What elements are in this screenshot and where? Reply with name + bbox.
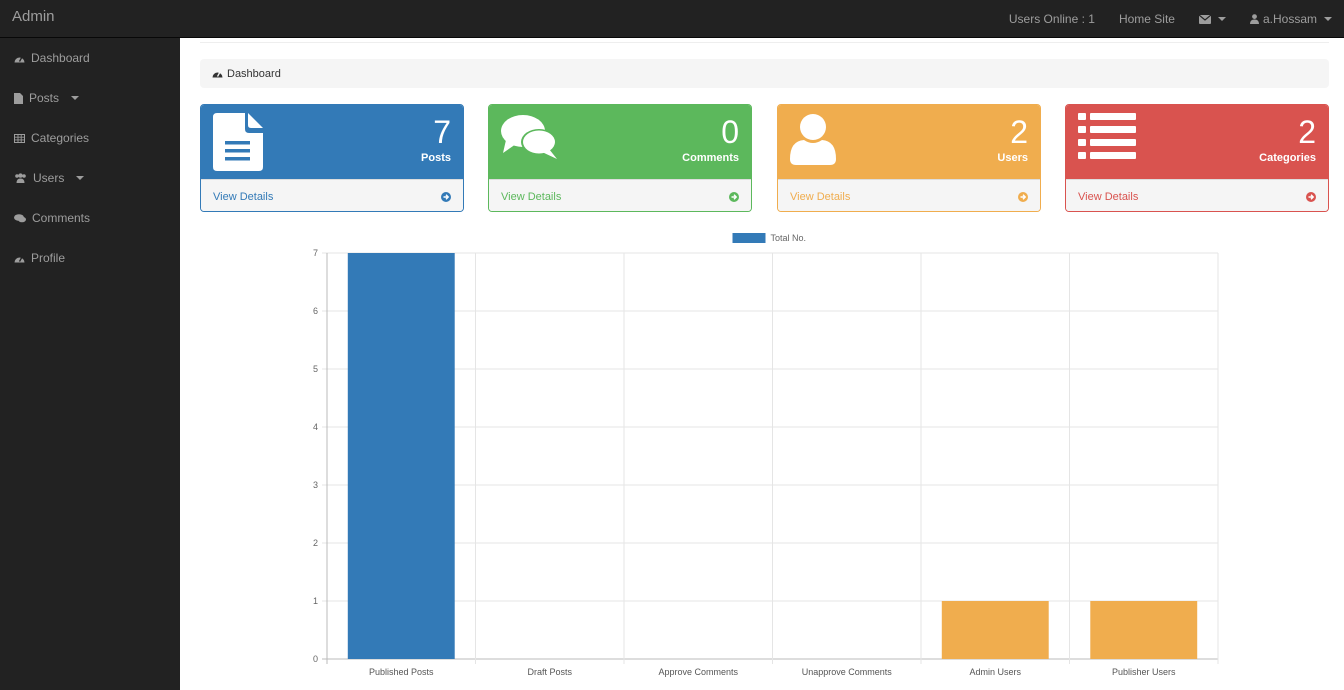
- comments-panel: 0 Comments View Details: [488, 104, 752, 212]
- x-tick-label: Publisher Users: [1112, 667, 1176, 677]
- dashboard-icon: [14, 56, 25, 62]
- sidebar-item-dashboard[interactable]: Dashboard: [0, 38, 180, 78]
- sidebar-item-label: Comments: [32, 211, 91, 225]
- posts-panel: 7 Posts View Details: [200, 104, 464, 212]
- comments-icon: [501, 115, 557, 159]
- users-count: 2: [1010, 114, 1028, 150]
- y-tick-label: 6: [313, 306, 318, 316]
- home-site-link[interactable]: Home Site: [1107, 12, 1187, 26]
- file-icon: [14, 92, 23, 104]
- arrow-circle-right-icon: [441, 191, 451, 202]
- x-tick-label: Published Posts: [369, 667, 434, 677]
- sidebar-item-label: Posts: [29, 91, 60, 105]
- panel-heading: 2 Categories: [1066, 105, 1328, 179]
- legend-swatch: [732, 233, 766, 243]
- sidebar-item-label: Users: [33, 171, 65, 185]
- y-tick-label: 3: [313, 480, 318, 490]
- bar: [1090, 601, 1198, 659]
- y-tick-label: 5: [313, 364, 318, 374]
- view-details-label: View Details: [501, 190, 562, 203]
- messages-dropdown[interactable]: [1187, 14, 1238, 24]
- top-navbar: Admin Users Online : 1 Home Site a.Hossa…: [0, 0, 1344, 38]
- users-online-indicator: Users Online : 1: [1008, 12, 1095, 26]
- comments-view-details-link[interactable]: View Details: [489, 179, 751, 211]
- arrow-circle-right-icon: [729, 191, 739, 202]
- sidebar-item-categories[interactable]: Categories: [0, 118, 180, 158]
- panel-heading: 0 Comments: [489, 105, 751, 179]
- arrow-circle-right-icon: [1306, 191, 1316, 202]
- categories-view-details-link[interactable]: View Details: [1066, 179, 1328, 211]
- categories-panel: 2 Categories View Details: [1065, 104, 1329, 212]
- chevron-down-icon: [1217, 17, 1226, 21]
- envelope-icon: [1198, 14, 1211, 24]
- view-details-label: View Details: [1078, 190, 1139, 203]
- sidebar-item-posts[interactable]: Posts: [0, 78, 180, 118]
- users-panel: 2 Users View Details: [777, 104, 1041, 212]
- table-icon: [14, 133, 25, 143]
- dashboard-icon: [212, 71, 223, 78]
- comments-icon: [14, 213, 26, 222]
- categories-count: 2: [1298, 114, 1316, 150]
- categories-label: Categories: [1259, 152, 1316, 164]
- sidebar-item-label: Profile: [31, 251, 66, 265]
- x-tick-label: Admin Users: [969, 667, 1021, 677]
- bar-chart: 0 1 2 3 4 5 6 7 Published Posts Draft Posts Approv…: [313, 233, 1219, 677]
- chevron-down-icon: [76, 176, 85, 180]
- posts-count: 7: [433, 114, 451, 150]
- view-details-label: View Details: [213, 190, 274, 203]
- dashboard-icon: [14, 256, 25, 262]
- breadcrumb: Dashboard: [200, 59, 1329, 88]
- users-label: Users: [997, 152, 1028, 164]
- sidebar-item-profile[interactable]: Profile: [0, 238, 180, 278]
- divider: [200, 42, 1329, 43]
- breadcrumb-label: Dashboard: [227, 67, 281, 80]
- top-nav-links: Users Online : 1 Home Site a.Hossam: [997, 0, 1344, 38]
- users-icon: [15, 173, 26, 183]
- y-tick-label: 7: [313, 248, 318, 258]
- posts-view-details-link[interactable]: View Details: [201, 179, 463, 211]
- sidebar-item-comments[interactable]: Comments: [0, 198, 180, 238]
- x-tick-label: Unapprove Comments: [802, 667, 893, 677]
- chevron-down-icon: [71, 96, 80, 100]
- bar: [347, 253, 455, 659]
- x-tick-label: Approve Comments: [658, 667, 738, 677]
- chevron-down-icon: [1324, 17, 1332, 21]
- view-details-label: View Details: [790, 190, 851, 203]
- panel-heading: 7 Posts: [201, 105, 463, 179]
- y-tick-label: 4: [313, 422, 318, 432]
- x-tick-label: Draft Posts: [527, 667, 572, 677]
- arrow-circle-right-icon: [1018, 191, 1028, 202]
- y-tick-label: 0: [313, 654, 318, 664]
- brand-link[interactable]: Admin: [12, 8, 55, 25]
- sidebar-item-label: Dashboard: [31, 51, 90, 65]
- sidebar: Dashboard Posts Categories Users Comment…: [0, 38, 180, 690]
- sidebar-item-users[interactable]: Users: [0, 158, 180, 198]
- users-view-details-link[interactable]: View Details: [778, 179, 1040, 211]
- user-dropdown[interactable]: a.Hossam: [1238, 12, 1344, 26]
- user-icon: [790, 114, 836, 165]
- posts-label: Posts: [421, 152, 451, 164]
- main-content: Dashboard 7 Posts View Details 0 Comment…: [180, 38, 1344, 690]
- user-name: a.Hossam: [1262, 12, 1317, 26]
- list-icon: [1078, 113, 1136, 159]
- file-text-icon: [213, 113, 263, 171]
- legend-label: Total No.: [771, 233, 807, 243]
- comments-label: Comments: [682, 152, 739, 164]
- panel-heading: 2 Users: [778, 105, 1040, 179]
- y-tick-label: 1: [313, 596, 318, 606]
- user-icon: [1249, 14, 1259, 24]
- comments-count: 0: [721, 114, 739, 150]
- sidebar-item-label: Categories: [31, 131, 90, 145]
- bar: [941, 601, 1049, 659]
- y-tick-label: 2: [313, 538, 318, 548]
